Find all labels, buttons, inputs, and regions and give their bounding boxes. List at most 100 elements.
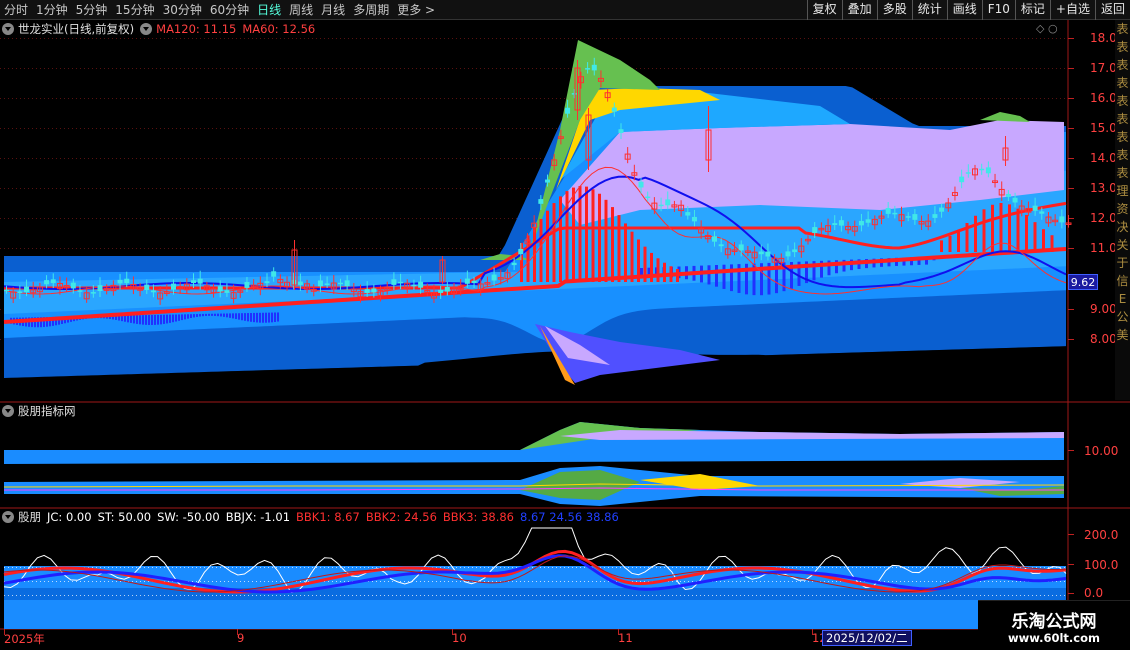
candle-body	[24, 286, 30, 293]
histogram-bar	[707, 265, 711, 285]
histogram-bar	[277, 312, 279, 322]
collapse-icon[interactable]	[2, 405, 14, 417]
histogram-bar	[214, 313, 216, 316]
candle-body	[1012, 197, 1018, 203]
candle-body	[344, 280, 350, 287]
ma120-label: MA120: 11.15	[156, 22, 237, 36]
period-tab[interactable]: 更多 >	[393, 0, 439, 20]
candle-body	[1005, 193, 1011, 197]
candle-body	[565, 107, 571, 114]
period-tab[interactable]: 15分钟	[111, 0, 158, 20]
pane3-header: 股朋 JC: 0.00 ST: 50.00 SW: -50.00 BBJX: -…	[2, 509, 625, 525]
histogram-bar	[142, 315, 144, 325]
candle-body	[444, 286, 450, 292]
side-strip-char: 于	[1116, 256, 1129, 270]
histogram-bar	[172, 314, 174, 323]
histogram-bar	[250, 313, 252, 322]
histogram-bar	[169, 314, 171, 323]
histogram-bar	[262, 312, 264, 323]
candle-body	[965, 172, 971, 174]
histogram-bar	[982, 209, 986, 252]
histogram-bar	[630, 231, 634, 282]
histogram-bar	[957, 229, 960, 252]
candle-body	[712, 236, 717, 242]
histogram-bar	[235, 313, 237, 320]
period-tab[interactable]: 周线	[285, 0, 317, 20]
side-strip-char: 美	[1116, 328, 1129, 342]
chart-canvas[interactable]	[0, 20, 1130, 650]
candle-body	[885, 208, 891, 214]
histogram-bar	[130, 315, 132, 323]
histogram-bar	[190, 314, 192, 319]
pane2-axis-label: 10.00	[1084, 444, 1119, 458]
candle-body	[297, 281, 303, 285]
candle-body	[1039, 211, 1045, 214]
period-tab[interactable]: 多周期	[349, 0, 393, 20]
date-axis-label: 11	[618, 631, 633, 645]
candle-body	[124, 278, 130, 284]
histogram-bar	[199, 314, 201, 317]
histogram-bar	[617, 215, 621, 282]
histogram-bar	[124, 315, 126, 322]
period-tab[interactable]: 30分钟	[159, 0, 206, 20]
side-strip-char: 表	[1116, 112, 1129, 126]
candle-body	[645, 196, 651, 199]
tool-button[interactable]: 叠加	[841, 0, 877, 20]
side-strip-char: 表	[1116, 40, 1129, 54]
st-label: ST: 50.00	[97, 510, 152, 524]
histogram-bar	[546, 210, 549, 282]
jc-label: JC: 0.00	[47, 510, 92, 524]
histogram-bar	[178, 314, 180, 321]
candle-body	[765, 251, 771, 257]
candle-body	[191, 280, 197, 284]
histogram-bar	[715, 265, 718, 287]
candle-body	[585, 68, 591, 70]
tool-button[interactable]: 统计	[911, 0, 947, 20]
diamond-icon[interactable]: ◇ ○	[1036, 22, 1058, 35]
histogram-bar	[238, 313, 240, 320]
histogram-bar	[656, 258, 660, 282]
histogram-bar	[220, 313, 222, 317]
candle-body	[150, 290, 156, 293]
tool-button[interactable]: 画线	[946, 0, 982, 20]
histogram-bar	[539, 218, 543, 282]
tool-button[interactable]: 复权	[806, 0, 842, 20]
pane3-axis-label: 100.0	[1084, 558, 1119, 572]
histogram-bar	[181, 314, 183, 321]
side-panel-strip[interactable]: 表表表表表表表表表理资决关于信E公美	[1115, 20, 1130, 400]
candle-body	[97, 285, 103, 292]
histogram-bar	[256, 312, 258, 323]
tool-button[interactable]: +自选	[1049, 0, 1095, 20]
histogram-bar	[611, 207, 614, 282]
collapse-icon[interactable]	[2, 23, 14, 35]
histogram-bar	[166, 314, 168, 324]
histogram-bar	[175, 314, 177, 322]
date-axis-label: 9	[237, 631, 245, 645]
histogram-bar	[154, 314, 156, 325]
candle-body	[70, 282, 76, 289]
period-tab[interactable]: 分时	[0, 0, 32, 20]
green-band	[980, 112, 1030, 122]
tool-button[interactable]: F10	[981, 0, 1015, 20]
period-tab[interactable]: 5分钟	[72, 0, 112, 20]
indicator-menu-icon[interactable]	[140, 23, 153, 35]
candle-body	[337, 282, 343, 285]
period-tab[interactable]: 60分钟	[206, 0, 253, 20]
period-tab[interactable]: 1分钟	[32, 0, 72, 20]
side-strip-char: 表	[1116, 22, 1129, 36]
collapse-icon[interactable]	[2, 511, 14, 523]
candle-body	[912, 214, 918, 220]
histogram-bar	[184, 314, 186, 320]
candle-body	[418, 281, 424, 288]
tool-button[interactable]: 标记	[1014, 0, 1050, 20]
candle-body	[892, 212, 898, 215]
watermark-url: www.60lt.com	[1007, 631, 1101, 645]
histogram-bar	[948, 235, 952, 252]
histogram-bar	[663, 262, 666, 282]
tool-button[interactable]: 返回	[1094, 0, 1130, 20]
tool-button[interactable]: 多股	[876, 0, 912, 20]
period-tab[interactable]: 月线	[317, 0, 349, 20]
period-tab[interactable]: 日线	[253, 0, 285, 20]
candle-body	[391, 279, 397, 285]
candle-body	[77, 290, 83, 292]
